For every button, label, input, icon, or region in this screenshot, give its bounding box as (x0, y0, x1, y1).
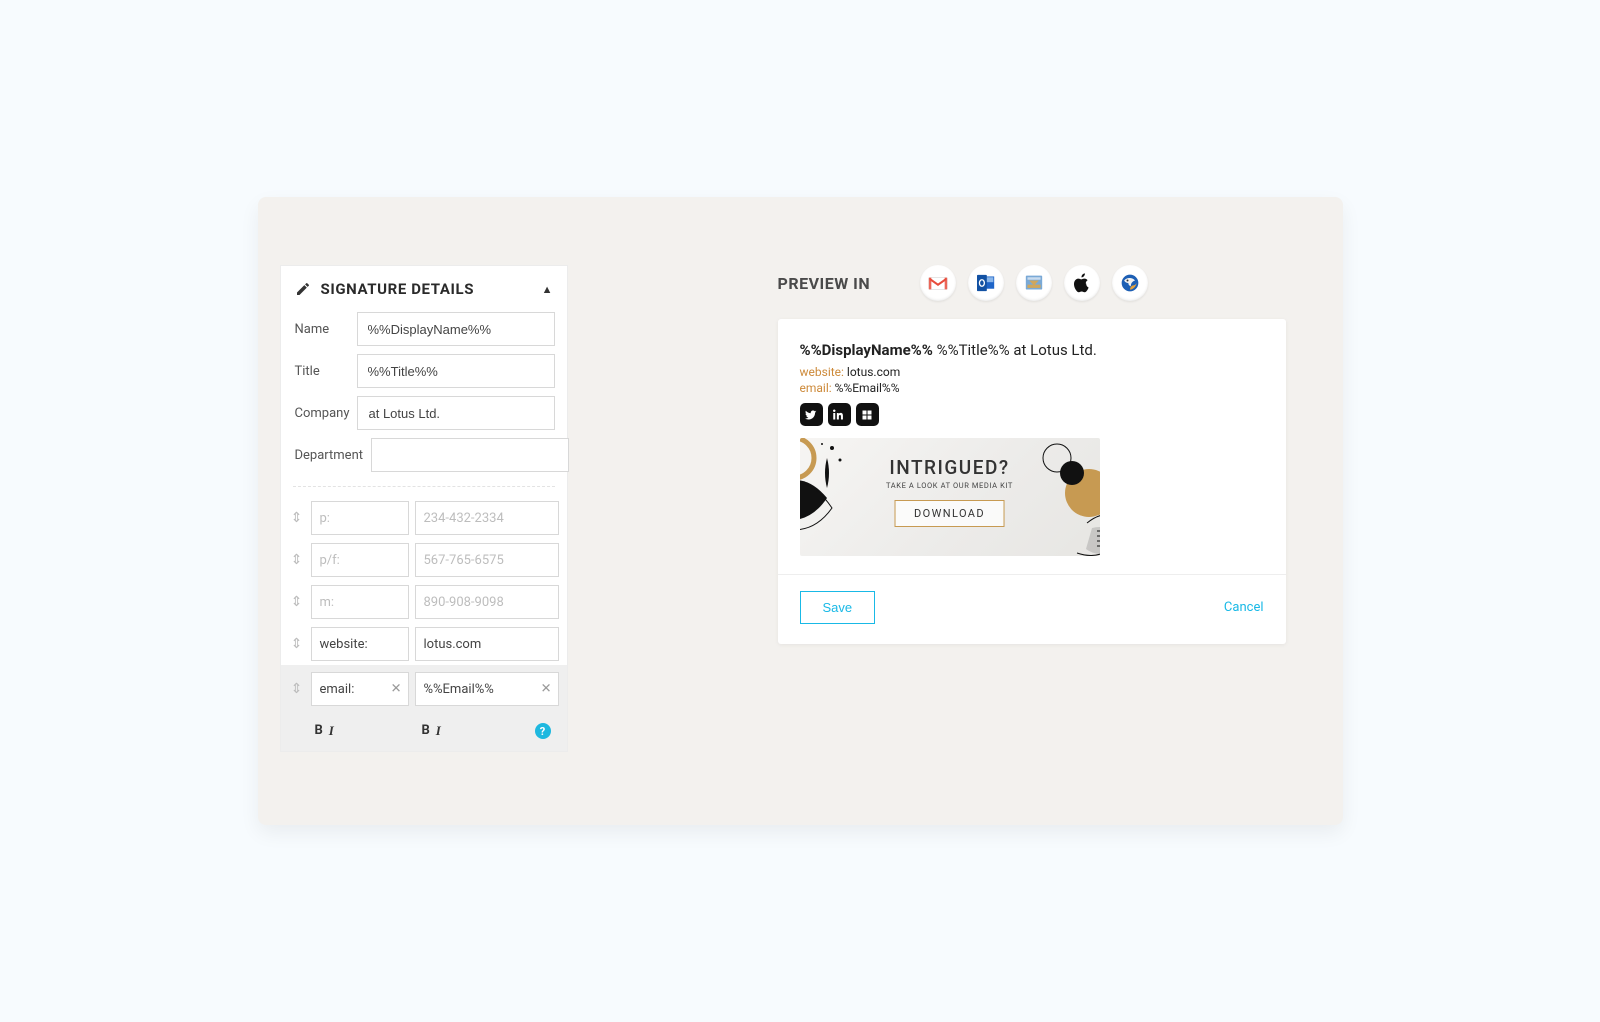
contact-row-email: ⇕ email: ✕ %%Email%% ✕ (281, 665, 567, 713)
drag-handle-icon[interactable]: ⇕ (289, 552, 305, 568)
app-canvas: SIGNATURE DETAILS ▲ Name Title Company D… (258, 197, 1343, 825)
bold-button[interactable]: B (315, 723, 323, 739)
contact-value-input[interactable]: lotus.com (415, 627, 559, 661)
name-label: Name (295, 322, 349, 337)
gmail-icon[interactable] (920, 265, 956, 301)
banner-cta-button[interactable]: DOWNLOAD (895, 500, 1004, 527)
banner-title: INTRIGUED? (886, 456, 1013, 479)
contact-label-input[interactable]: p/f: (311, 543, 409, 577)
contact-value-input[interactable]: 567-765-6575 (415, 543, 559, 577)
format-toolbar: B I B I ? (281, 713, 567, 751)
contact-value-input[interactable]: %%Email%% ✕ (415, 672, 559, 706)
drag-handle-icon[interactable]: ⇕ (289, 681, 305, 697)
department-input[interactable] (371, 438, 569, 472)
title-input[interactable] (357, 354, 555, 388)
banner-ornament-right-icon (1017, 438, 1100, 556)
social-other-icon[interactable] (856, 403, 879, 426)
preview-header: PREVIEW IN (778, 265, 1303, 301)
pen-icon (295, 281, 311, 297)
name-input[interactable] (357, 312, 555, 346)
drag-handle-icon[interactable]: ⇕ (289, 594, 305, 610)
promo-banner[interactable]: INTRIGUED? TAKE A LOOK AT OUR MEDIA KIT … (800, 438, 1100, 556)
company-input[interactable] (357, 396, 555, 430)
preview-actions: Save Cancel (778, 575, 1286, 644)
format-group-value: B I ? (422, 723, 555, 739)
contact-rows: ⇕ p: 234-432-2334 ⇕ p/f: 567-765-6575 ⇕ … (281, 497, 567, 751)
signature-title-suffix: %%Title%% at Lotus Ltd. (937, 341, 1097, 359)
cancel-button[interactable]: Cancel (1224, 600, 1264, 615)
field-row-company: Company (281, 392, 567, 434)
outlook-icon[interactable] (968, 265, 1004, 301)
signature-name-line: %%DisplayName%% %%Title%% at Lotus Ltd. (800, 341, 1264, 359)
company-label: Company (295, 406, 350, 421)
department-label: Department (295, 448, 364, 463)
thunderbird-icon[interactable] (1112, 265, 1148, 301)
signature-website-line: website: lotus.com (800, 365, 1264, 379)
field-row-department: Department (281, 434, 567, 476)
contact-row-phonefax: ⇕ p/f: 567-765-6575 (281, 539, 567, 581)
banner-text: INTRIGUED? TAKE A LOOK AT OUR MEDIA KIT … (886, 456, 1013, 527)
contact-label-input[interactable]: p: (311, 501, 409, 535)
twitter-icon[interactable] (800, 403, 823, 426)
client-icons (920, 265, 1148, 301)
italic-button[interactable]: I (436, 723, 441, 739)
signature-details-panel: SIGNATURE DETAILS ▲ Name Title Company D… (280, 265, 568, 752)
signature-email-line: email: %%Email%% (800, 381, 1264, 395)
signature-block: %%DisplayName%% %%Title%% at Lotus Ltd. … (778, 319, 1286, 574)
collapse-chevron-icon[interactable]: ▲ (542, 283, 553, 296)
clear-value-icon[interactable]: ✕ (541, 682, 552, 697)
drag-handle-icon[interactable]: ⇕ (289, 636, 305, 652)
contact-row-mobile: ⇕ m: 890-908-9098 (281, 581, 567, 623)
format-group-label: B I (315, 723, 413, 739)
panel-header[interactable]: SIGNATURE DETAILS ▲ (281, 266, 567, 308)
signature-display-name: %%DisplayName%% (800, 341, 933, 359)
panel-title: SIGNATURE DETAILS (321, 280, 532, 298)
drag-handle-icon[interactable]: ⇕ (289, 510, 305, 526)
linkedin-icon[interactable] (828, 403, 851, 426)
save-button[interactable]: Save (800, 591, 876, 624)
bold-button[interactable]: B (422, 723, 430, 739)
italic-button[interactable]: I (329, 723, 334, 739)
signature-social-icons (800, 403, 1264, 426)
preview-card: %%DisplayName%% %%Title%% at Lotus Ltd. … (778, 319, 1286, 644)
apple-icon[interactable] (1064, 265, 1100, 301)
field-row-title: Title (281, 350, 567, 392)
contact-label-input[interactable]: m: (311, 585, 409, 619)
contact-value-input[interactable]: 890-908-9098 (415, 585, 559, 619)
clear-label-icon[interactable]: ✕ (391, 682, 402, 697)
contact-label-input[interactable]: email: ✕ (311, 672, 409, 706)
banner-ornament-left-icon (800, 438, 882, 556)
macmail-icon[interactable] (1016, 265, 1052, 301)
contact-value-input[interactable]: 234-432-2334 (415, 501, 559, 535)
contact-label-input[interactable]: website: (311, 627, 409, 661)
divider (293, 486, 555, 487)
preview-area: PREVIEW IN (778, 265, 1303, 644)
title-label: Title (295, 364, 349, 379)
field-row-name: Name (281, 308, 567, 350)
contact-row-website: ⇕ website: lotus.com (281, 623, 567, 665)
contact-row-phone: ⇕ p: 234-432-2334 (281, 497, 567, 539)
help-icon[interactable]: ? (535, 723, 551, 739)
banner-subtitle: TAKE A LOOK AT OUR MEDIA KIT (886, 481, 1013, 490)
preview-title: PREVIEW IN (778, 274, 871, 293)
